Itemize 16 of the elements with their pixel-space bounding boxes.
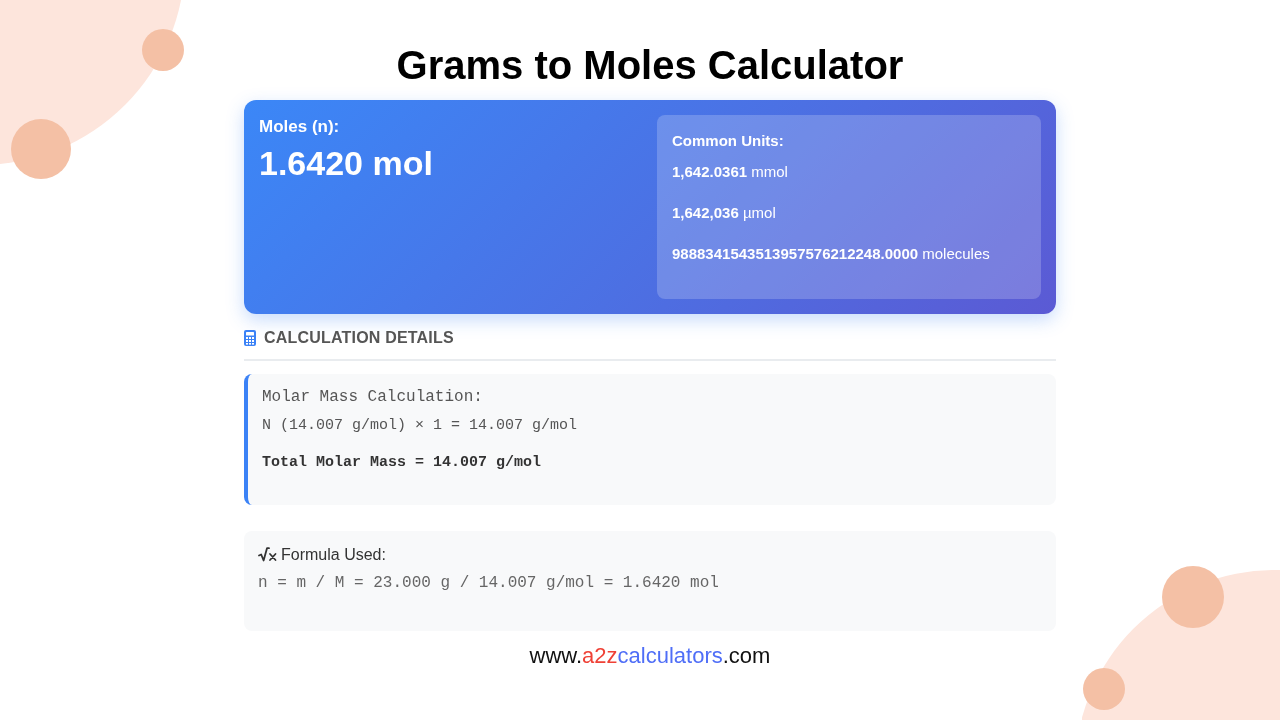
unit-conversion: 1,642,036 µmol bbox=[672, 203, 777, 223]
result-value: 1.6420 mol bbox=[259, 142, 434, 184]
formula-expression: n = m / M = 23.000 g / 14.007 g/mol = 1.6420 mol bbox=[258, 573, 720, 595]
section-heading: CALCULATION DETAILS bbox=[264, 328, 454, 348]
website-url: www.a2zcalculators.com bbox=[528, 641, 772, 670]
calculation-title: Molar Mass Calculation: bbox=[262, 387, 484, 409]
calculation-total: Total Molar Mass = 14.007 g/mol bbox=[262, 452, 543, 473]
page-title: Grams to Moles Calculator bbox=[395, 42, 905, 88]
units-heading: Common Units: bbox=[672, 131, 785, 151]
result-label: Moles (n): bbox=[259, 116, 341, 138]
unit-conversion: 9888341543513957576212248.0000 molecules bbox=[672, 244, 991, 264]
unit-conversion: 1,642.0361 mmol bbox=[672, 162, 789, 182]
square-root-icon bbox=[258, 547, 277, 563]
formula-heading: Formula Used: bbox=[281, 544, 386, 565]
calculator-icon bbox=[244, 330, 256, 347]
calculation-line: N (14.007 g/mol) × 1 = 14.007 g/mol bbox=[262, 415, 579, 436]
